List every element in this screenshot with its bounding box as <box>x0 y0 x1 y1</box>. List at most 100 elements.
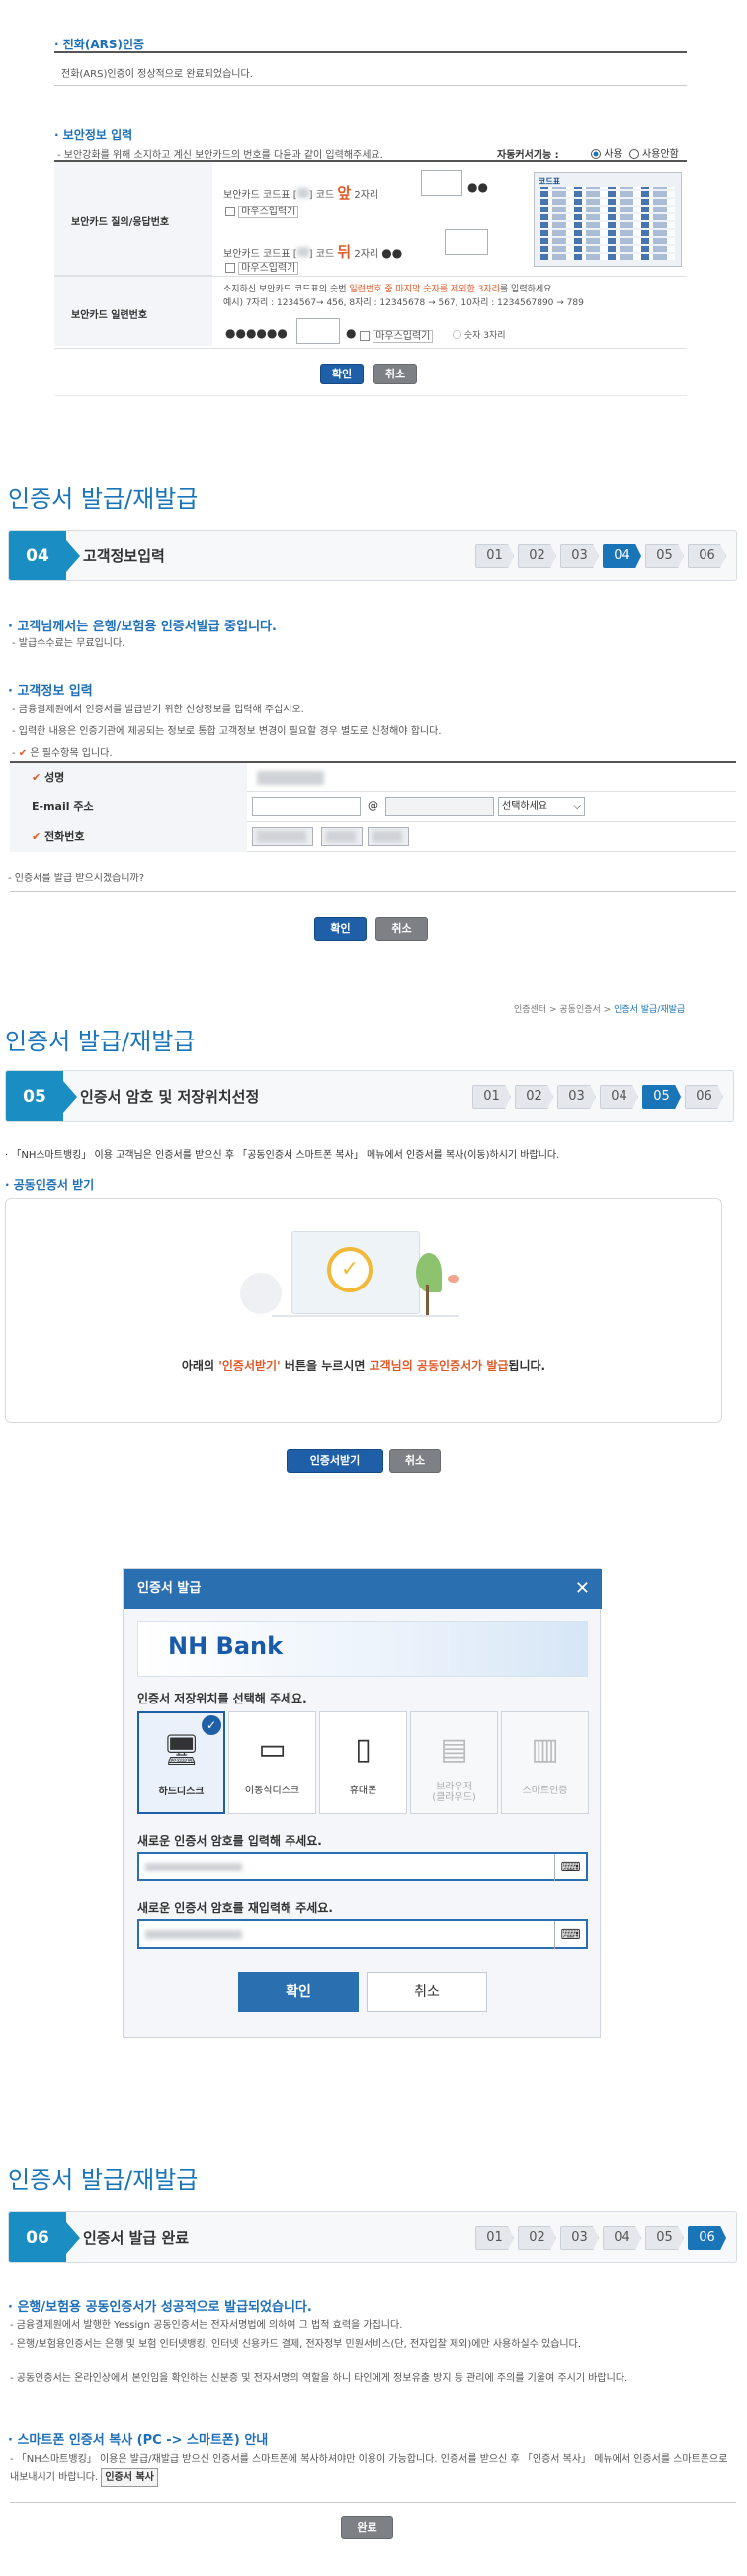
storage-phone[interactable]: ▯ 휴대폰 <box>319 1711 407 1814</box>
code2-mid: ] 코드 <box>308 249 335 260</box>
form-row-phone: ✔ 전화번호 <box>10 822 736 852</box>
phone-part1[interactable] <box>252 827 313 846</box>
receive-cert-button[interactable]: 인증서받기 <box>287 1449 383 1473</box>
back-input[interactable] <box>445 229 488 255</box>
ars-message: 전화(ARS)인증이 정상적으로 완료되었습니다. <box>61 69 253 80</box>
email-id-input[interactable] <box>252 797 361 816</box>
keyboard-icon[interactable]: ⌨ <box>554 1854 586 1881</box>
pw-confirm-input[interactable]: ⌨ <box>137 1919 588 1949</box>
info-title-04: 고객정보 입력 <box>8 680 92 699</box>
info-line2: - 입력한 내용은 인증기관에 제공되는 정보로 통합 고객정보 변경이 필요할… <box>12 726 442 737</box>
form-row-email: E-mail 주소 @ 선택하세요 ⌵ <box>10 792 736 822</box>
breadcrumb-1[interactable]: 인증센터 <box>514 1005 546 1015</box>
breadcrumb-2[interactable]: 공동인증서 <box>559 1005 600 1015</box>
issue-question: - 인증서를 발급 받으시겠습니까? <box>8 873 145 884</box>
code2-blur <box>296 247 309 257</box>
mouse-check-1[interactable] <box>225 207 235 216</box>
mouse-input-1[interactable]: 마우스입력기 <box>225 203 299 218</box>
mouse-label-2: 마우스입력기 <box>238 262 299 275</box>
name-label: ✔ 성명 <box>10 763 247 792</box>
front-digits: 2자리 <box>354 190 379 201</box>
close-icon[interactable]: ✕ <box>575 1569 590 1609</box>
step-pills-06: 01 02 03 04 05 06 <box>475 2226 726 2250</box>
radio-nouse[interactable] <box>628 149 639 159</box>
chevron-down-icon: ⌵ <box>573 801 581 812</box>
storage-harddisk[interactable]: ✓ 🖥 하드디스크 <box>137 1711 225 1814</box>
copy-line1: - 「NH스마트뱅킹」 이용은 발급/재발급 받으신 인증서를 스마트폰에 복사… <box>10 2451 731 2487</box>
storage-browser[interactable]: ▤ 브라우저 (클라우드) <box>410 1711 498 1814</box>
notice-title-04: 고객님께서는 은행/보험용 인증서발급 중입니다. <box>8 616 276 634</box>
phone-part3[interactable] <box>368 827 409 846</box>
serial-desc1b: 일련번호 중 마지막 숫자를 제외한 3자리 <box>349 285 500 294</box>
phone-label: ✔ 전화번호 <box>10 822 247 852</box>
pw-label: 새로운 인증서 암호를 입력해 주세요. <box>137 1834 322 1848</box>
phone-part2[interactable] <box>321 827 363 846</box>
msg-c: 버튼을 누르시면 <box>280 1359 370 1372</box>
keyboard-icon[interactable]: ⌨ <box>554 1921 586 1949</box>
notice-05-text: 「NH스마트뱅킹」 이용 고객님은 인증서를 받으신 후 「공동인증서 스마트폰… <box>11 1150 560 1161</box>
storage-label: 하드디스크 <box>158 1787 205 1797</box>
confirm-button-04[interactable]: 확인 <box>314 917 367 941</box>
mouse-input-2[interactable]: 마우스입력기 <box>225 259 299 275</box>
email-label: E-mail 주소 <box>10 792 247 822</box>
info-line1: - 금융결제원에서 인증서를 발급받기 위한 신상정보를 입력해 주십시오. <box>12 705 304 715</box>
mouse-check-2[interactable] <box>225 263 235 273</box>
digits-note: ⓘ 숫자 3자리 <box>453 331 506 341</box>
dialog-cancel-button[interactable]: 취소 <box>367 1972 487 2012</box>
security-title: 보안정보 입력 <box>54 126 132 143</box>
dialog-ok-button[interactable]: 확인 <box>238 1972 359 2012</box>
done-button[interactable]: 완료 <box>341 2516 393 2539</box>
cancel-button-05[interactable]: 취소 <box>389 1449 441 1473</box>
front-dots: ●● <box>467 180 488 194</box>
front-input[interactable] <box>421 170 462 196</box>
radio-nouse-label: 사용안함 <box>641 149 679 160</box>
storage-label: 스마트인증 <box>522 1786 568 1796</box>
step-bar-04: 04 고객정보입력 01 02 03 04 05 06 <box>8 530 737 581</box>
msg-e: 됩니다. <box>508 1359 546 1372</box>
step-pills-04: 01 02 03 04 05 06 <box>475 544 726 568</box>
cert-copy-button[interactable]: 인증서 복사 <box>101 2468 158 2487</box>
storage-label: 브라우저 (클라우드) <box>432 1782 476 1803</box>
storage-removable[interactable]: ▭ 이동식디스크 <box>228 1711 316 1814</box>
phone-label-text: 전화번호 <box>44 830 85 843</box>
browser-icon: ▤ <box>440 1732 468 1767</box>
email-at: @ <box>368 799 378 812</box>
step-pill: 01 <box>475 544 514 568</box>
back-digits: 2자리 <box>354 249 379 260</box>
breadcrumb-3: 인증서 발급/재발급 <box>614 1005 686 1015</box>
step-pill: 06 <box>685 1085 723 1109</box>
mouse-input-3[interactable]: 마우스입력기 <box>360 327 434 343</box>
page-heading-05: 인증서 발급/재발급 <box>5 1028 196 1055</box>
monitor-icon: 🖥 <box>162 1733 201 1768</box>
security-confirm-button[interactable]: 확인 <box>320 364 364 384</box>
msg-d: 고객님의 공동인증서가 발급 <box>369 1359 509 1372</box>
email-domain-select[interactable]: 선택하세요 ⌵ <box>498 797 585 816</box>
security-cancel-button[interactable]: 취소 <box>374 364 417 384</box>
email-domain-input[interactable] <box>385 797 494 816</box>
mouse-label-1: 마우스입력기 <box>238 206 299 218</box>
step-number-05: 05 <box>6 1071 77 1121</box>
serial-input[interactable] <box>296 318 340 344</box>
bank-banner: NH Bank <box>137 1621 588 1677</box>
name-label-text: 성명 <box>44 771 65 784</box>
usb-icon: ▭ <box>258 1732 287 1767</box>
storage-options: ✓ 🖥 하드디스크 ▭ 이동식디스크 ▯ 휴대폰 ▤ 브라우저 (클라우드) ▥ 스마트인… <box>137 1711 592 1816</box>
radio-use-label: 사용 <box>604 149 622 160</box>
info-line3-text: 은 필수항목 입니다. <box>30 748 113 759</box>
radio-use[interactable] <box>591 149 601 159</box>
step-pill: 03 <box>560 544 599 568</box>
storage-smart[interactable]: ▥ 스마트인증 <box>501 1711 589 1814</box>
cancel-button-04[interactable]: 취소 <box>375 917 428 941</box>
back-label: 뒤 <box>337 243 352 261</box>
card-label: 보안카드 질의/응답번호 <box>71 217 170 228</box>
pw-input[interactable]: ⌨ <box>137 1852 588 1881</box>
step-number-04: 04 <box>9 531 80 580</box>
mouse-check-3[interactable] <box>360 331 370 341</box>
step-bar-05: 05 인증서 암호 및 저장위치선정 01 02 03 04 05 06 <box>5 1070 734 1122</box>
serial-desc1c: 를 입력하세요. <box>499 285 555 294</box>
step-label-05: 인증서 암호 및 저장위치선정 <box>80 1088 260 1106</box>
bank-logo: NH Bank <box>168 1632 284 1660</box>
step-label-04: 고객정보입력 <box>83 547 165 565</box>
page-heading-04: 인증서 발급/재발급 <box>8 485 199 513</box>
msg-b: '인증서받기' <box>218 1359 281 1372</box>
